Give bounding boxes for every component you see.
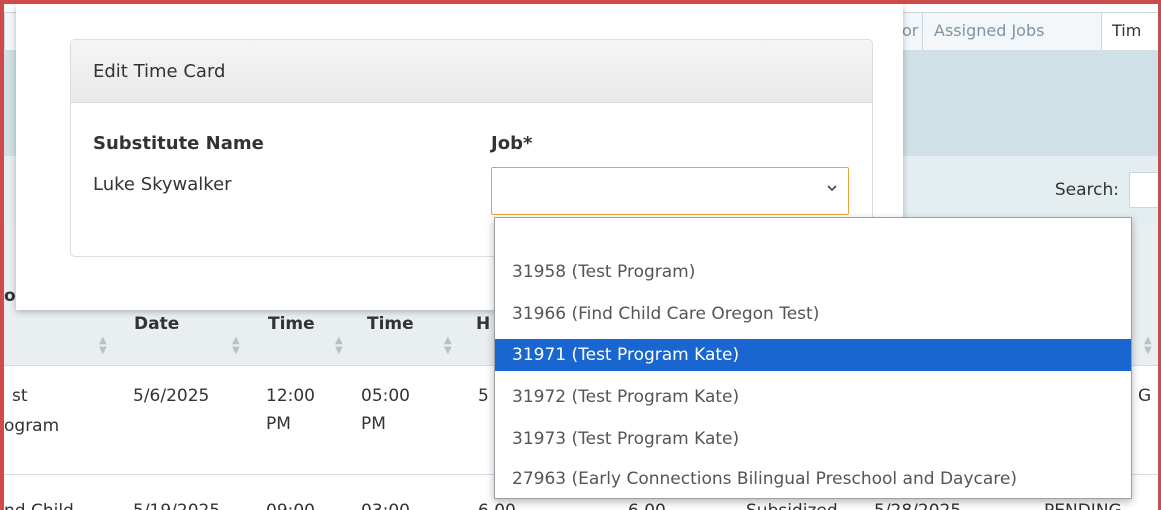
job-option[interactable]: 31958 (Test Program)	[495, 256, 1131, 288]
screenshot-frame: E or Assigned Jobs Tim Search: ovic ▲▼ D…	[0, 0, 1161, 510]
job-option[interactable]: 31966 (Find Child Care Oregon Test)	[495, 298, 1131, 330]
substitute-name-label: Substitute Name	[93, 133, 264, 154]
cell-start-time: PM	[266, 414, 291, 434]
sort-icon[interactable]: ▲ ▼	[335, 336, 343, 356]
cell-date: 5/19/2025	[133, 497, 220, 510]
tab-label: Tim	[1112, 21, 1142, 40]
job-option-highlighted[interactable]: 31971 (Test Program Kate)	[495, 339, 1131, 371]
cell-provider: ogram	[4, 416, 60, 436]
tab-label: Assigned Jobs	[934, 21, 1045, 40]
job-option-empty[interactable]	[495, 223, 1131, 255]
cell-end-time: 05:00	[361, 386, 410, 406]
job-select[interactable]	[491, 167, 849, 215]
cell-end-time: PM	[361, 414, 386, 434]
column-header-start-time[interactable]: Time	[268, 312, 315, 336]
sort-icon[interactable]: ▲ ▼	[99, 336, 107, 356]
cell-provider: st	[12, 386, 28, 406]
sort-icon[interactable]: ▲ ▼	[232, 336, 240, 356]
cell-status: G	[1138, 386, 1152, 406]
sort-icon[interactable]: ▲ ▼	[444, 336, 452, 356]
job-option[interactable]: 31972 (Test Program Kate)	[495, 381, 1131, 413]
panel-header: Edit Time Card	[71, 40, 872, 103]
tab-assigned-jobs[interactable]: Assigned Jobs	[922, 12, 1102, 50]
job-label: Job*	[491, 133, 533, 154]
substitute-name-value: Luke Skywalker	[93, 174, 232, 195]
cell-start-time: 12:00	[266, 386, 315, 406]
search-input[interactable]	[1129, 172, 1158, 208]
cell-start-time: 09:00	[266, 497, 315, 510]
column-header-date[interactable]: Date	[134, 312, 179, 336]
job-option[interactable]: 27963 (Early Connections Bilingual Presc…	[495, 463, 1131, 495]
tab-label: or	[902, 21, 919, 40]
modal-title: Edit Time Card	[93, 61, 226, 82]
chevron-down-icon[interactable]	[826, 180, 838, 198]
sort-icon[interactable]: ▲ ▼	[1144, 336, 1152, 356]
cell-date: 5/6/2025	[133, 386, 210, 406]
cell-hours: 5	[478, 386, 489, 406]
column-header-hours[interactable]: H	[476, 312, 490, 336]
column-header-end-time[interactable]: Time	[367, 312, 414, 336]
job-dropdown-list: 31958 (Test Program) 31966 (Find Child C…	[494, 217, 1132, 499]
tab-time[interactable]: Tim	[1101, 12, 1158, 50]
job-option[interactable]: 31973 (Test Program Kate)	[495, 423, 1131, 455]
search-label: Search:	[1054, 180, 1119, 200]
cell-provider: nd Child	[4, 497, 74, 510]
cell-end-time: 03:00	[361, 497, 410, 510]
